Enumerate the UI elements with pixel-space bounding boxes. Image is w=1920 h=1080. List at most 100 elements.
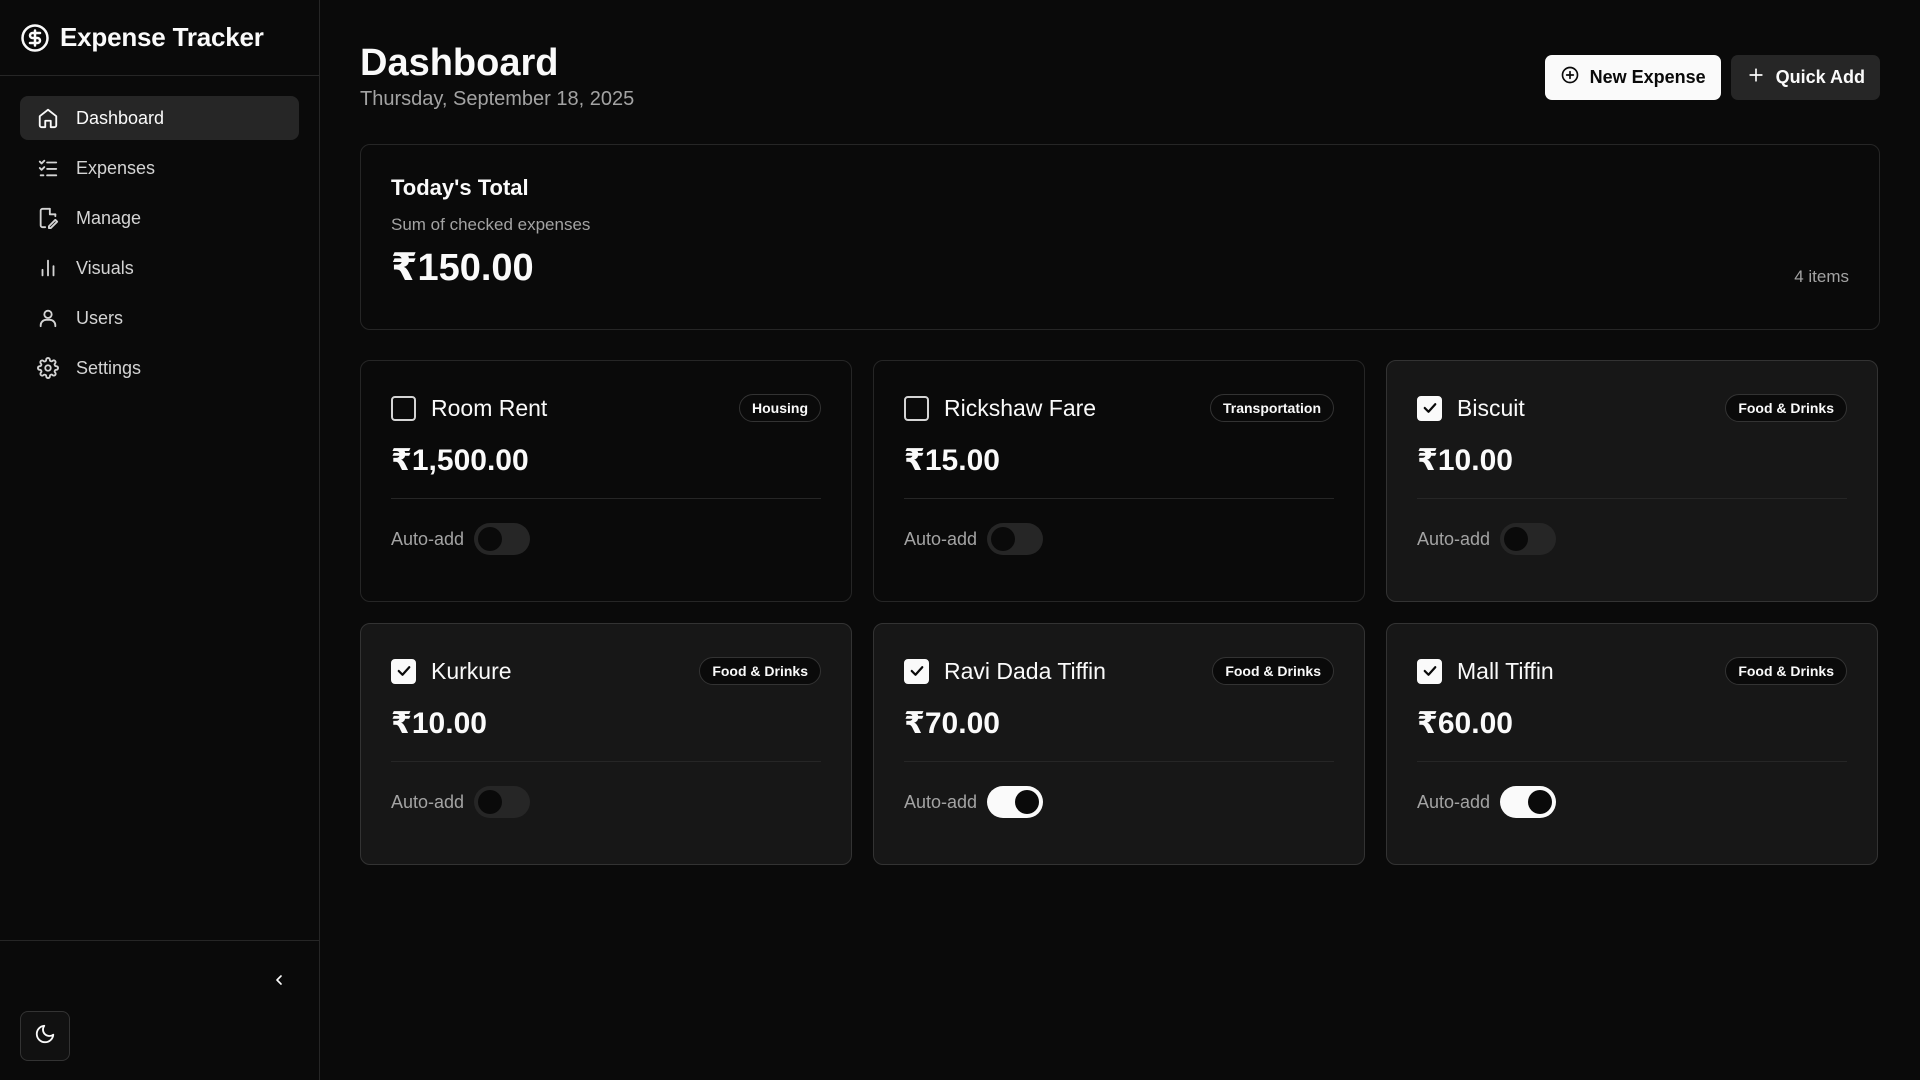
expense-name: Ravi Dada Tiffin [944,657,1106,684]
auto-add-toggle[interactable] [474,523,531,555]
sidebar-item-expenses[interactable]: Expenses [20,146,299,190]
expense-amount: ₹10.00 [391,707,487,740]
summary-title: Today's Total [391,175,529,200]
expense-checkbox[interactable] [1417,395,1442,421]
dollar-circle-icon [20,23,50,53]
expense-checkbox[interactable] [904,658,929,684]
expense-amount: ₹10.00 [1417,444,1513,477]
expense-card: Ravi Dada Tiffin Food & Drinks ₹70.00 Au… [873,623,1365,865]
new-expense-button[interactable]: New Expense [1544,55,1721,100]
card-divider [1417,498,1847,499]
collapse-sidebar-button[interactable] [266,969,292,995]
card-divider [904,761,1334,762]
expense-name: Room Rent [431,394,548,421]
header-text: Dashboard Thursday, September 18, 2025 [360,40,634,111]
expense-name: Biscuit [1457,394,1525,421]
category-badge: Transportation [1209,394,1334,422]
category-badge: Food & Drinks [1212,657,1334,685]
page-date: Thursday, September 18, 2025 [360,88,635,110]
auto-add-row: Auto-add [1417,523,1847,555]
expense-card: Biscuit Food & Drinks ₹10.00 Auto-add [1386,360,1878,602]
card-divider [1417,761,1847,762]
new-expense-label: New Expense [1589,67,1706,87]
brand-title: Expense Tracker [60,22,264,52]
card-header: Kurkure Food & Drinks [391,654,821,688]
plus-circle-icon [1560,65,1580,90]
expense-amount: ₹15.00 [904,444,1000,477]
sidebar-item-dashboard[interactable]: Dashboard [20,96,299,140]
summary-subtitle: Sum of checked expenses [391,215,591,234]
expense-card: Mall Tiffin Food & Drinks ₹60.00 Auto-ad… [1386,623,1878,865]
expense-checkbox[interactable] [1417,658,1442,684]
toggle-knob [1528,790,1553,814]
page-header: Dashboard Thursday, September 18, 2025 N… [360,40,1880,144]
sidebar: Expense Tracker Dashboard Expenses Manag… [0,0,320,1080]
toggle-knob [991,527,1016,551]
auto-add-toggle[interactable] [1500,523,1557,555]
card-header: Room Rent Housing [391,391,821,425]
sidebar-item-visuals[interactable]: Visuals [20,246,299,290]
expense-card: Rickshaw Fare Transportation ₹15.00 Auto… [873,360,1365,602]
check-icon [910,666,923,676]
sidebar-footer [0,940,319,1080]
summary-count: 4 items [1794,267,1849,286]
check-icon [1423,666,1436,676]
quick-add-label: Quick Add [1775,67,1865,87]
gear-icon [36,356,60,380]
theme-toggle-button[interactable] [20,1011,70,1061]
sidebar-item-label: Users [76,307,124,328]
auto-add-label: Auto-add [904,528,978,549]
sidebar-item-settings[interactable]: Settings [20,346,299,390]
list-checks-icon [36,156,60,180]
category-badge: Housing [739,394,821,422]
sidebar-nav: Dashboard Expenses Manage Visuals Users … [0,76,319,410]
card-header: Mall Tiffin Food & Drinks [1417,654,1847,688]
auto-add-label: Auto-add [391,528,465,549]
auto-add-label: Auto-add [1417,528,1491,549]
sidebar-item-users[interactable]: Users [20,296,299,340]
home-icon [36,106,60,130]
expense-checkbox[interactable] [904,395,929,421]
toggle-knob [1504,527,1529,551]
auto-add-toggle[interactable] [987,786,1044,818]
main-content: Dashboard Thursday, September 18, 2025 N… [320,0,1920,1080]
category-badge: Food & Drinks [1725,657,1847,685]
sidebar-item-label: Manage [76,207,142,228]
quick-add-button[interactable]: Quick Add [1730,55,1880,100]
file-edit-icon [36,206,60,230]
card-header: Rickshaw Fare Transportation [904,391,1334,425]
auto-add-label: Auto-add [1417,791,1491,812]
card-header: Biscuit Food & Drinks [1417,391,1847,425]
expense-amount: ₹70.00 [904,707,1000,740]
card-divider [904,498,1334,499]
sidebar-item-label: Settings [76,357,142,378]
auto-add-toggle[interactable] [987,523,1044,555]
expense-checkbox[interactable] [391,658,416,684]
auto-add-label: Auto-add [391,791,465,812]
card-divider [391,498,821,499]
sidebar-item-label: Visuals [76,257,134,278]
expense-checkbox[interactable] [391,395,416,421]
sidebar-item-manage[interactable]: Manage [20,196,299,240]
auto-add-row: Auto-add [904,786,1334,818]
toggle-knob [478,527,503,551]
moon-icon [34,1023,56,1050]
auto-add-toggle[interactable] [474,786,531,818]
auto-add-row: Auto-add [391,523,821,555]
expense-name: Rickshaw Fare [944,394,1097,421]
expense-name: Kurkure [431,657,512,684]
auto-add-row: Auto-add [1417,786,1847,818]
user-icon [36,306,60,330]
header-actions: New Expense Quick Add [1544,55,1880,100]
expense-amount: ₹60.00 [1417,707,1513,740]
auto-add-row: Auto-add [391,786,821,818]
check-icon [397,666,410,676]
expense-card: Room Rent Housing ₹1,500.00 Auto-add [360,360,852,602]
brand[interactable]: Expense Tracker [0,0,319,76]
sidebar-item-label: Dashboard [76,107,165,128]
card-header: Ravi Dada Tiffin Food & Drinks [904,654,1334,688]
auto-add-toggle[interactable] [1500,786,1557,818]
auto-add-label: Auto-add [904,791,978,812]
summary-amount: ₹150.00 [391,247,534,289]
